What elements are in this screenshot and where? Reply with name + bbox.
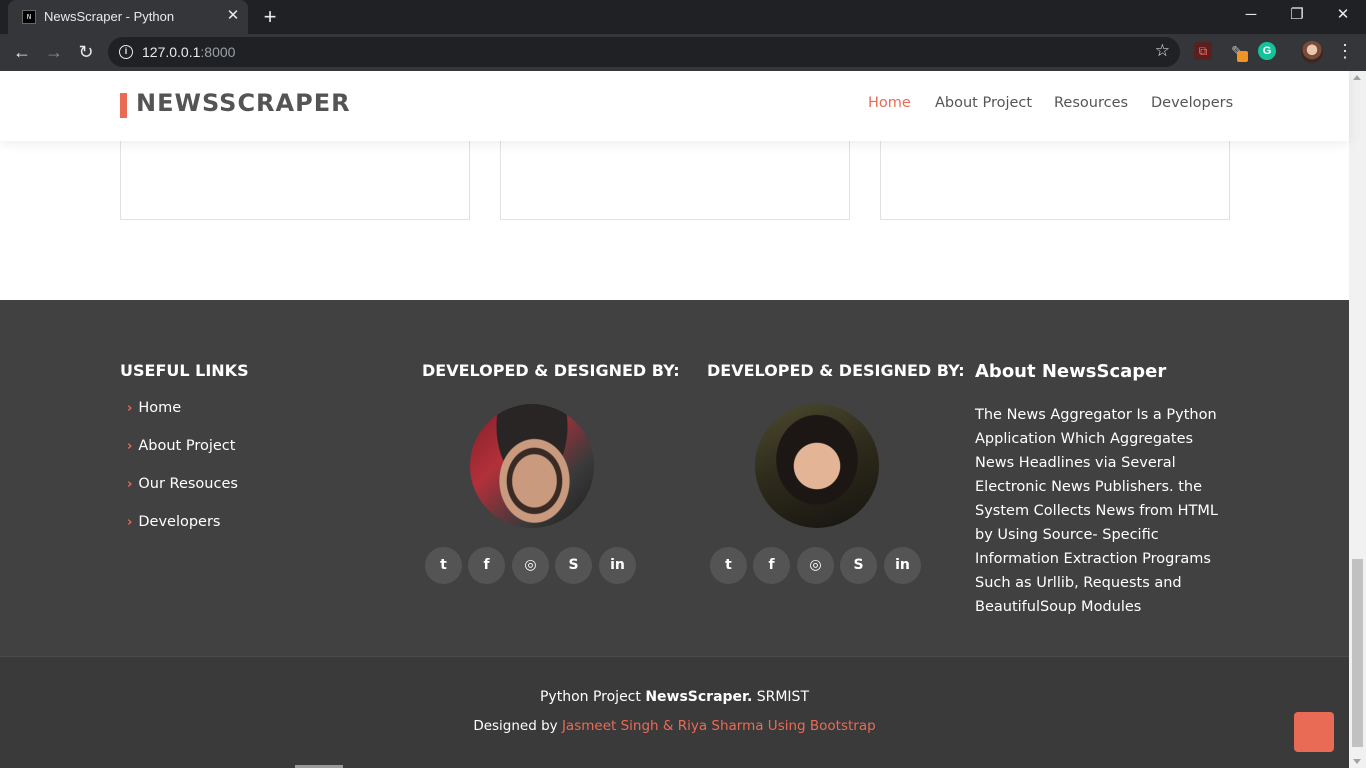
page-viewport: NEWSSCRAPER Home About Project Resources… xyxy=(0,71,1366,768)
chevron-right-icon: › xyxy=(127,515,133,530)
chevron-right-icon: › xyxy=(127,477,133,492)
credit-line-1: Python Project NewsScraper. SRMIST xyxy=(539,689,809,705)
new-tab-button[interactable]: + xyxy=(258,5,282,29)
scroll-up-icon[interactable] xyxy=(1353,75,1361,80)
developer-1-photo xyxy=(470,404,594,528)
footer-link-home[interactable]: › Home xyxy=(127,400,181,416)
facebook-icon[interactable]: f xyxy=(468,547,505,584)
window-close-icon[interactable]: ✕ xyxy=(1320,4,1366,26)
restore-icon[interactable]: ❐ xyxy=(1274,4,1320,26)
about-title: About NewsScaper xyxy=(975,361,1167,382)
site-logo[interactable]: NEWSSCRAPER xyxy=(136,89,351,117)
logo-accent-bar xyxy=(120,93,127,118)
nav-about-project[interactable]: About Project xyxy=(935,95,1032,111)
skype-icon[interactable]: S xyxy=(555,547,592,584)
vertical-scrollbar[interactable] xyxy=(1349,71,1366,768)
useful-links-title: USEFUL LINKS xyxy=(120,361,249,380)
tab-close-icon[interactable]: ✕ xyxy=(224,7,242,25)
url-text[interactable]: 127.0.0.1:8000 xyxy=(142,44,235,60)
footer-link-about-project[interactable]: › About Project xyxy=(127,438,235,454)
back-arrow-icon[interactable]: ← xyxy=(9,40,35,64)
info-icon[interactable]: i xyxy=(119,45,133,59)
browser-toolbar: ← → ↻ i 127.0.0.1:8000 ☆ ⧉ ✎ G ⋮ xyxy=(0,34,1366,71)
developer-1-title: DEVELOPED & DESIGNED BY: xyxy=(422,361,680,380)
footer-link-resources[interactable]: › Our Resouces xyxy=(127,476,238,492)
twitter-icon[interactable]: t xyxy=(710,547,747,584)
facebook-icon[interactable]: f xyxy=(753,547,790,584)
instagram-icon[interactable]: ◎ xyxy=(512,547,549,584)
pen-extension-icon[interactable]: ✎ xyxy=(1228,42,1248,62)
scroll-down-icon[interactable] xyxy=(1353,759,1361,764)
nav-resources[interactable]: Resources xyxy=(1054,95,1128,111)
instagram-icon[interactable]: ◎ xyxy=(797,547,834,584)
pdf-extension-icon[interactable]: ⧉ xyxy=(1194,42,1212,60)
bookmark-star-icon[interactable]: ☆ xyxy=(1155,41,1170,61)
forward-arrow-icon[interactable]: → xyxy=(41,40,67,64)
extension-badge xyxy=(1237,51,1248,62)
address-bar[interactable]: i 127.0.0.1:8000 ☆ xyxy=(108,37,1180,67)
developer-2-title: DEVELOPED & DESIGNED BY: xyxy=(707,361,965,380)
tab-title: NewsScraper - Python xyxy=(44,9,175,24)
kebab-menu-icon[interactable]: ⋮ xyxy=(1336,40,1354,62)
linkedin-icon[interactable]: in xyxy=(599,547,636,584)
chevron-right-icon: › xyxy=(127,401,133,416)
footer-link-developers[interactable]: › Developers xyxy=(127,514,221,530)
site-favicon-icon: N xyxy=(22,10,36,24)
credit-line-2: Designed by Jasmeet Singh & Riya Sharma … xyxy=(473,718,876,734)
profile-avatar[interactable] xyxy=(1301,41,1323,63)
reload-icon[interactable]: ↻ xyxy=(73,40,99,64)
grammarly-extension-icon[interactable]: G xyxy=(1258,42,1276,60)
site-header: NEWSSCRAPER Home About Project Resources… xyxy=(0,71,1349,141)
scrollbar-thumb[interactable] xyxy=(1352,559,1363,747)
skype-icon[interactable]: S xyxy=(840,547,877,584)
back-to-top-button[interactable] xyxy=(1294,712,1334,752)
designer-credit-link[interactable]: Jasmeet Singh & Riya Sharma Using Bootst… xyxy=(562,718,876,734)
about-description: The News Aggregator Is a Python Applicat… xyxy=(975,407,1218,615)
browser-tab[interactable]: N NewsScraper - Python ✕ xyxy=(8,0,248,34)
nav-developers[interactable]: Developers xyxy=(1151,95,1233,111)
twitter-icon[interactable]: t xyxy=(425,547,462,584)
chevron-right-icon: › xyxy=(127,439,133,454)
footer-main: USEFUL LINKS › Home › About Project › Our R… xyxy=(0,300,1349,656)
minimize-icon[interactable]: ─ xyxy=(1228,4,1274,26)
browser-tabstrip: N NewsScraper - Python ✕ + ─ ❐ ✕ xyxy=(0,0,1366,34)
developer-2-photo xyxy=(755,404,879,528)
footer-copyright: Python Project NewsScraper. SRMIST Desig… xyxy=(0,656,1349,768)
nav-home[interactable]: Home xyxy=(868,95,911,111)
linkedin-icon[interactable]: in xyxy=(884,547,921,584)
